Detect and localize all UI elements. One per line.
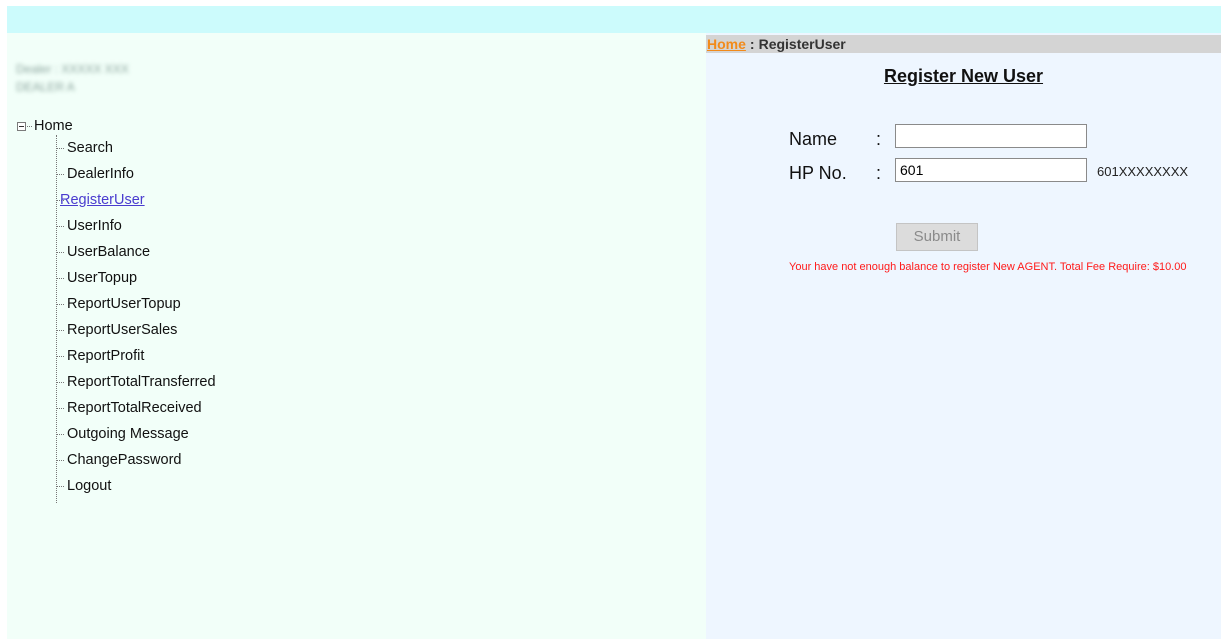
page-title: Register New User xyxy=(883,66,1044,86)
tree-connector xyxy=(56,356,64,357)
tree-item-label[interactable]: ChangePassword xyxy=(67,447,181,473)
hp-number-input[interactable] xyxy=(895,158,1087,182)
main-panel: Home: RegisterUser Register New User Name… xyxy=(706,33,1221,639)
tree-connector xyxy=(56,330,64,331)
page: Dealer : XXXXX XXX DEALER A Home Search … xyxy=(0,0,1221,639)
tree-item-label[interactable]: ReportUserSales xyxy=(67,317,177,343)
dealer-name: Dealer : XXXXX XXX xyxy=(16,62,129,76)
tree-item-label[interactable]: ReportUserTopup xyxy=(67,291,181,317)
hp-format-hint: 601XXXXXXXX xyxy=(1097,164,1189,179)
dealer-id: DEALER A xyxy=(16,80,75,94)
tree-item-label[interactable]: RegisterUser xyxy=(60,187,145,213)
dealer-info: Dealer : XXXXX XXX DEALER A xyxy=(16,60,129,96)
tree-connector xyxy=(56,382,64,383)
tree-item-label[interactable]: DealerInfo xyxy=(67,161,134,187)
sidebar: Dealer : XXXXX XXX DEALER A Home Search … xyxy=(7,33,706,639)
tree-connector xyxy=(56,226,64,227)
tree-connector xyxy=(56,135,57,503)
tree-item-label[interactable]: Logout xyxy=(67,473,111,499)
tree-connector xyxy=(27,126,32,127)
tree-connector xyxy=(56,434,64,435)
tree-connector xyxy=(56,486,64,487)
tree-item-label[interactable]: UserTopup xyxy=(67,265,137,291)
error-message: Your have not enough balance to register… xyxy=(789,261,1187,273)
hp-colon: : xyxy=(876,163,882,183)
tree-item-label[interactable]: ReportTotalTransferred xyxy=(67,369,216,395)
tree-connector xyxy=(56,460,64,461)
tree-connector xyxy=(56,174,64,175)
tree-item-label[interactable]: Search xyxy=(67,135,113,161)
name-label: Name xyxy=(789,129,838,149)
tree-item-label[interactable]: Outgoing Message xyxy=(67,421,189,447)
top-banner xyxy=(7,6,1221,33)
tree-connector xyxy=(56,304,64,305)
breadcrumb: Home: RegisterUser xyxy=(706,35,1221,53)
hp-label: HP No. xyxy=(789,163,847,183)
submit-button[interactable]: Submit xyxy=(896,223,978,251)
tree-connector xyxy=(56,278,64,279)
tree-root-label[interactable]: Home xyxy=(34,117,73,135)
breadcrumb-separator: : xyxy=(749,36,755,52)
name-input[interactable] xyxy=(895,124,1087,148)
name-colon: : xyxy=(876,129,882,149)
tree-connector xyxy=(56,148,64,149)
tree-item-label[interactable]: ReportTotalReceived xyxy=(67,395,202,421)
breadcrumb-current: RegisterUser xyxy=(758,36,846,52)
tree-connector xyxy=(56,408,64,409)
tree-item-label[interactable]: UserInfo xyxy=(67,213,122,239)
tree-item-label[interactable]: ReportProfit xyxy=(67,343,144,369)
collapse-icon[interactable] xyxy=(17,122,26,131)
tree-item-label[interactable]: UserBalance xyxy=(67,239,150,265)
breadcrumb-home-link[interactable]: Home xyxy=(707,36,746,52)
tree-connector xyxy=(56,252,64,253)
